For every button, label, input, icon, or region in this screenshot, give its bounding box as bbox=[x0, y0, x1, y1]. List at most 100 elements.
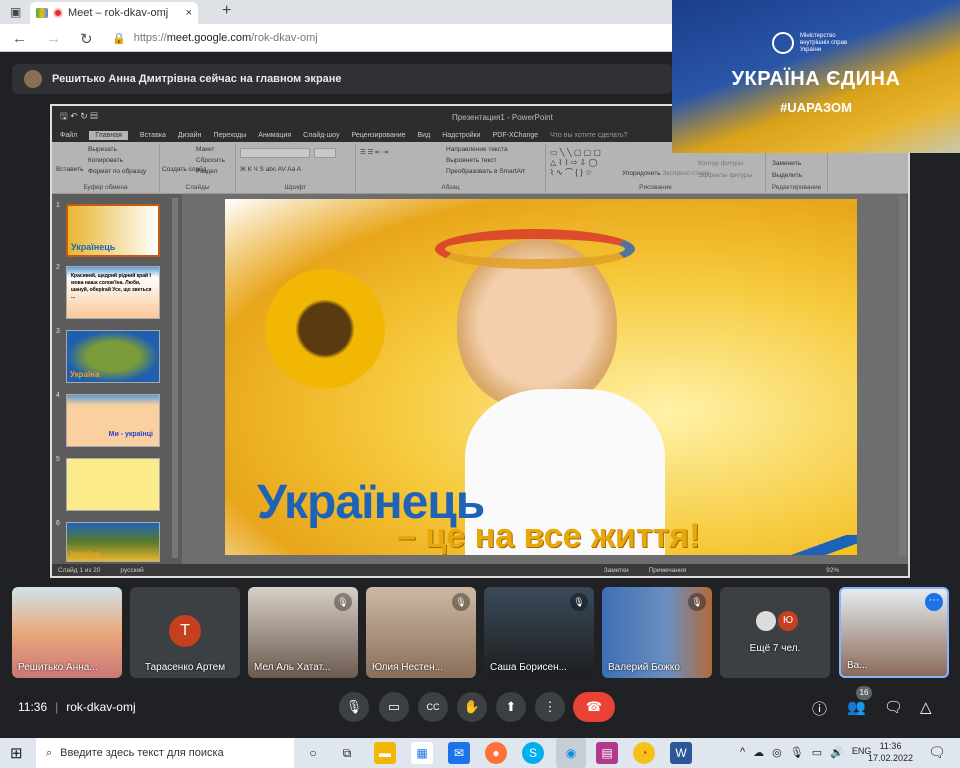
activities-icon[interactable]: △ bbox=[920, 698, 932, 716]
tab-actions-icon[interactable]: ▣ bbox=[10, 5, 21, 19]
zoom-level: 92% bbox=[826, 566, 840, 574]
group-label: Абзац bbox=[441, 184, 460, 191]
volume-icon[interactable]: 🔊 bbox=[830, 746, 844, 759]
shape-effects: Эффекты фигуры bbox=[698, 172, 753, 179]
raise-hand-button[interactable]: ✋ bbox=[457, 692, 487, 722]
close-tab-icon[interactable]: × bbox=[186, 7, 192, 19]
group-label: Буфер обмена bbox=[83, 184, 128, 191]
app-icon[interactable]: ◔ bbox=[633, 742, 655, 764]
clock-date: 17.02.2022 bbox=[868, 753, 914, 763]
edge-icon[interactable]: ◉ bbox=[556, 738, 586, 768]
meeting-details-icon[interactable]: ⓘ bbox=[812, 698, 827, 719]
thumb-number: 1 bbox=[56, 202, 60, 209]
mail-icon[interactable]: ✉ bbox=[448, 742, 470, 764]
webcam-icon[interactable]: ◎ bbox=[772, 746, 782, 759]
mic-icon[interactable]: 🎙 bbox=[790, 746, 804, 759]
slide-thumbnail bbox=[66, 458, 160, 511]
slide-thumbnail: Україна bbox=[66, 330, 160, 383]
slide-editor: Українець – це на все життя! bbox=[182, 194, 908, 564]
ppt-tab: Вид bbox=[417, 131, 431, 139]
start-icon[interactable]: ⊞ bbox=[10, 744, 23, 762]
participant-name: Саша Борисен... bbox=[490, 662, 567, 673]
store-icon[interactable]: ▦ bbox=[411, 742, 433, 764]
meeting-time: 11:36 bbox=[18, 700, 48, 714]
back-icon[interactable]: ← bbox=[12, 30, 27, 47]
overlay-title: УКРАЇНА ЄДИНА bbox=[731, 68, 901, 90]
slide-counter: Слайд 1 из 20 bbox=[58, 566, 101, 574]
ppt-tab: Слайд-шоу bbox=[303, 131, 340, 139]
clock[interactable]: 11:36 17.02.2022 bbox=[868, 740, 913, 764]
smartart: Преобразовать в SmartArt bbox=[446, 168, 525, 175]
new-tab-button[interactable]: + bbox=[222, 2, 231, 20]
align-text: Выровнять текст bbox=[446, 157, 497, 164]
slide-thumbnail: Україна bbox=[66, 522, 160, 562]
skype-icon[interactable]: S bbox=[522, 742, 544, 764]
url-field[interactable]: 🔒 https://meet.google.com/rok-dkav-omj bbox=[112, 28, 672, 48]
mic-off-icon: 🎙 bbox=[334, 593, 352, 611]
cortana-icon[interactable]: ○ bbox=[302, 742, 324, 764]
camera-button[interactable]: ▭ bbox=[379, 692, 409, 722]
captions-button[interactable]: CC bbox=[418, 692, 448, 722]
forward-icon[interactable]: → bbox=[46, 30, 61, 47]
shared-screen-powerpoint: 🖫 ↶ ↻ ▤ Презентация1 - PowerPoint Файл Г… bbox=[50, 104, 910, 578]
paste: Вставить bbox=[56, 166, 84, 173]
replace: Заменить bbox=[772, 160, 802, 167]
firefox-icon[interactable]: ● bbox=[485, 742, 507, 764]
clock-time: 11:36 bbox=[879, 741, 902, 751]
participant-tile[interactable]: 🎙 Мел Аль Хатат... bbox=[248, 587, 358, 678]
group-label: Редактирование bbox=[771, 184, 822, 191]
participant-tile[interactable]: 🎙 Валерий Божко bbox=[602, 587, 712, 678]
participant-tile[interactable]: 🎙 Юлия Нестен... bbox=[366, 587, 476, 678]
chat-icon[interactable]: 🗨 bbox=[884, 698, 903, 716]
people-icon[interactable]: 👥 bbox=[847, 698, 866, 716]
thumb-number: 6 bbox=[56, 520, 60, 527]
meet-logo-icon bbox=[36, 8, 48, 18]
file-explorer-icon[interactable]: ▬ bbox=[374, 742, 396, 764]
ribbon-group-paragraph: ☰ ☰ ⇤ ⇥ Направление текста Выровнять тек… bbox=[356, 144, 546, 192]
browser-tab[interactable]: Meet – rok-dkav-omj × bbox=[30, 2, 198, 24]
task-view-icon[interactable]: ⧉ bbox=[336, 742, 358, 764]
presenting-text: Решитько Анна Дмитрівна сейчас на главно… bbox=[52, 73, 342, 85]
self-view-tile[interactable]: ··· Ва... bbox=[839, 587, 949, 678]
participant-tile[interactable]: Решитько Анна... bbox=[12, 587, 122, 678]
quick-access-icons: 🖫 ↶ ↻ ▤ bbox=[60, 111, 98, 121]
tray-chevron-icon[interactable]: ^ bbox=[740, 746, 745, 759]
notifications-icon[interactable]: 🗨 bbox=[928, 744, 946, 761]
participant-tile[interactable]: Т Тарасенко Артем bbox=[130, 587, 240, 678]
shape-outline: Контур фигуры bbox=[698, 160, 744, 167]
tab-title: Meet – rok-dkav-omj bbox=[68, 7, 169, 19]
recording-icon bbox=[53, 8, 63, 18]
reset: Сбросить bbox=[196, 157, 225, 164]
thumbs-scrollbar bbox=[172, 198, 178, 558]
slide-thumbnail: Українець bbox=[66, 204, 160, 257]
reload-icon[interactable]: ↻ bbox=[80, 30, 93, 48]
microphone-button[interactable]: 🎙 bbox=[339, 692, 369, 722]
participant-tile[interactable]: 🎙 Саша Борисен... bbox=[484, 587, 594, 678]
ribbon-group-clipboard: Вставить Вырезать Копировать Формат по о… bbox=[52, 144, 160, 192]
slide-thumbnails-pane: 1 Українець 2 Красивий, щедрий рідний кр… bbox=[52, 194, 182, 564]
ppt-tab: Рецензирование bbox=[351, 131, 406, 139]
network-icon[interactable]: ▭ bbox=[812, 746, 822, 759]
ppt-tab: Вставка bbox=[139, 131, 166, 139]
ppt-tab: Дизайн bbox=[177, 131, 202, 139]
group-label: Слайды bbox=[185, 184, 210, 191]
more-options-button[interactable]: ⋮ bbox=[535, 692, 565, 722]
taskbar-search[interactable]: ⌕ Введите здесь текст для поиска bbox=[36, 738, 294, 768]
presenting-banner: Решитько Анна Дмитрівна сейчас на главно… bbox=[12, 64, 672, 94]
participant-name: Тарасенко Артем bbox=[144, 662, 226, 673]
participant-avatar bbox=[756, 611, 776, 631]
word-icon[interactable]: W bbox=[670, 742, 692, 764]
ppt-title: Презентация1 - PowerPoint bbox=[452, 112, 553, 122]
thumb-number: 4 bbox=[56, 392, 60, 399]
layout: Макет bbox=[196, 146, 215, 153]
winrar-icon[interactable]: ▤ bbox=[596, 742, 618, 764]
ministry-logo: Міністерство внутрішніх справ України bbox=[772, 32, 860, 54]
more-options-icon[interactable]: ··· bbox=[925, 593, 943, 611]
more-participants-tile[interactable]: Ю Ещё 7 чел. bbox=[720, 587, 830, 678]
participant-name: Мел Аль Хатат... bbox=[254, 662, 331, 673]
notes: Заметки bbox=[603, 566, 629, 574]
end-call-button[interactable]: ☎ bbox=[573, 692, 615, 722]
present-screen-button[interactable]: ⬆ bbox=[496, 692, 526, 722]
onedrive-icon[interactable]: ☁ bbox=[753, 746, 764, 759]
search-placeholder: Введите здесь текст для поиска bbox=[60, 747, 224, 759]
